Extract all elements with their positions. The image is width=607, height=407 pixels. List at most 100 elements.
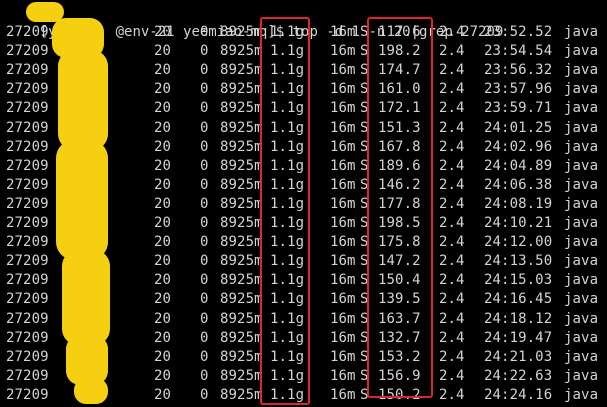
cell-command: java [564,386,599,403]
cell-mem: 2.4 [439,291,465,308]
process-row: 27209 20 0 8925m 1.1g 16m S 156.9 2.4 24:22.63 jav… [6,367,606,386]
cell-pr: 20 [154,386,172,403]
cell-cpu: 150.4 [378,272,421,289]
cell-virt: 8925m [220,329,263,346]
cell-s: S [360,291,369,308]
cell-command: java [564,195,599,212]
cell-ni: 0 [200,81,209,98]
cell-pr: 20 [154,348,172,365]
cell-ni: 0 [200,195,209,212]
cell-cpu: 177.8 [378,195,421,212]
cell-mem: 2.4 [439,43,465,60]
cell-res: 1.1g [270,62,305,79]
cell-virt: 8925m [220,100,263,117]
cell-shr: 16m [330,119,356,136]
cell-shr: 16m [330,81,356,98]
cell-time: 24:16.45 [484,291,553,308]
cell-ni: 0 [200,291,209,308]
cell-time: 23:54.54 [484,43,553,60]
process-row: 27209 20 0 8925m 1.1g 16m S 147.2 2.4 24:13.50 jav… [6,252,606,271]
cell-virt: 8925m [220,24,263,40]
process-row: 27209 20 0 8925m 1.1g 16m S 167.8 2.4 24:02.96 jav… [6,138,606,157]
cell-ni: 0 [200,24,209,40]
command-prompt-line: [y @env-21 yeemiao-mq]$ top -d 1 -n 20|g… [6,4,504,40]
cell-pid: 27209 [6,157,49,174]
cell-shr: 16m [330,138,356,155]
cell-mem: 2.4 [439,272,465,289]
cell-ni: 0 [200,100,209,117]
cell-shr: 16m [330,291,356,308]
cell-command: java [564,81,599,98]
cell-command: java [564,100,599,117]
cell-ni: 0 [200,234,209,251]
cell-virt: 8925m [220,272,263,289]
cell-mem: 2.4 [439,367,465,384]
cell-virt: 8925m [220,176,263,193]
cell-shr: 16m [330,272,356,289]
cell-pid: 27209 [6,176,49,193]
cell-time: 24:08.19 [484,195,553,212]
cell-s: S [360,310,369,327]
cell-command: java [564,234,599,251]
cell-mem: 2.4 [439,119,465,136]
cell-pr: 20 [154,195,172,212]
cell-pid: 27209 [6,367,49,384]
cell-cpu: 139.5 [378,291,421,308]
cell-ni: 0 [200,62,209,79]
cell-shr: 16m [330,24,356,40]
cell-res: 1.1g [270,329,305,346]
process-row: 27209 20 0 8925m 1.1g 16m S 198.5 2.4 24:10.21 jav… [6,214,606,233]
cell-mem: 2.4 [439,215,465,231]
process-row: 27209 20 0 8925m 1.1g 16m S 139.5 2.4 24:16.45 jav… [6,290,606,309]
cell-res: 1.1g [270,138,305,155]
cell-time: 24:02.96 [484,138,553,155]
process-row: 27209 20 0 8925m 1.1g 16m S 151.3 2.4 24:01.25 jav… [6,119,606,138]
cell-virt: 8925m [220,138,263,155]
cell-mem: 2.4 [439,157,465,174]
cell-pr: 20 [154,329,172,346]
process-row: 27209 20 0 8925m 1.1g 16m S 172.1 2.4 23:59.71 jav… [6,99,606,118]
cell-cpu: 146.2 [378,176,421,193]
cell-pr: 20 [154,119,172,136]
cell-res: 1.1g [270,24,305,40]
cell-shr: 16m [330,176,356,193]
cell-pid: 27209 [6,310,49,327]
cell-command: java [564,291,599,308]
cell-shr: 16m [330,253,356,270]
cell-pr: 20 [154,291,172,308]
cell-s: S [360,367,369,384]
cell-pr: 20 [154,176,172,193]
cell-command: java [564,272,599,289]
cell-res: 1.1g [270,253,305,270]
cell-pr: 20 [154,157,172,174]
process-row: 27209 20 0 8925m 1.1g 16m S 150.4 2.4 24:15.03 jav… [6,271,606,290]
process-row: 27209 20 0 8925m 1.1g 16m S 175.8 2.4 24:12.00 jav… [6,233,606,252]
cell-time: 24:19.47 [484,329,553,346]
cell-pid: 27209 [6,138,49,155]
cell-res: 1.1g [270,119,305,136]
cell-shr: 16m [330,195,356,212]
cell-command: java [564,43,599,60]
terminal-window[interactable]: [y @env-21 yeemiao-mq]$ top -d 1 -n 20|g… [0,0,607,407]
cell-command: java [564,348,599,365]
cell-ni: 0 [200,157,209,174]
cell-mem: 2.4 [439,100,465,117]
cell-time: 24:13.50 [484,253,553,270]
cell-s: S [360,100,369,117]
process-row: 27209 20 0 8925m 1.1g 16m S 153.2 2.4 24:21.03 jav… [6,348,606,367]
cell-res: 1.1g [270,43,305,60]
cell-mem: 2.4 [439,195,465,212]
cell-virt: 8925m [220,43,263,60]
cell-cpu: 132.7 [378,329,421,346]
process-row: 27209 20 0 8925m 1.1g 16m S 117.6 2.4 23:52.52 jav… [6,23,606,42]
process-row: 27209 20 0 8925m 1.1g 16m S 161.0 2.4 23:57.96 jav… [6,80,606,99]
cell-pid: 27209 [6,24,49,40]
cell-res: 1.1g [270,291,305,308]
cell-res: 1.1g [270,81,305,98]
cell-cpu: 150.2 [378,386,421,403]
process-row: 27209 20 0 8925m 1.1g 16m S 198.2 2.4 23:54.54 jav… [6,42,606,61]
cell-time: 24:21.03 [484,348,553,365]
cell-pid: 27209 [6,43,49,60]
cell-virt: 8925m [220,367,263,384]
cell-shr: 16m [330,310,356,327]
